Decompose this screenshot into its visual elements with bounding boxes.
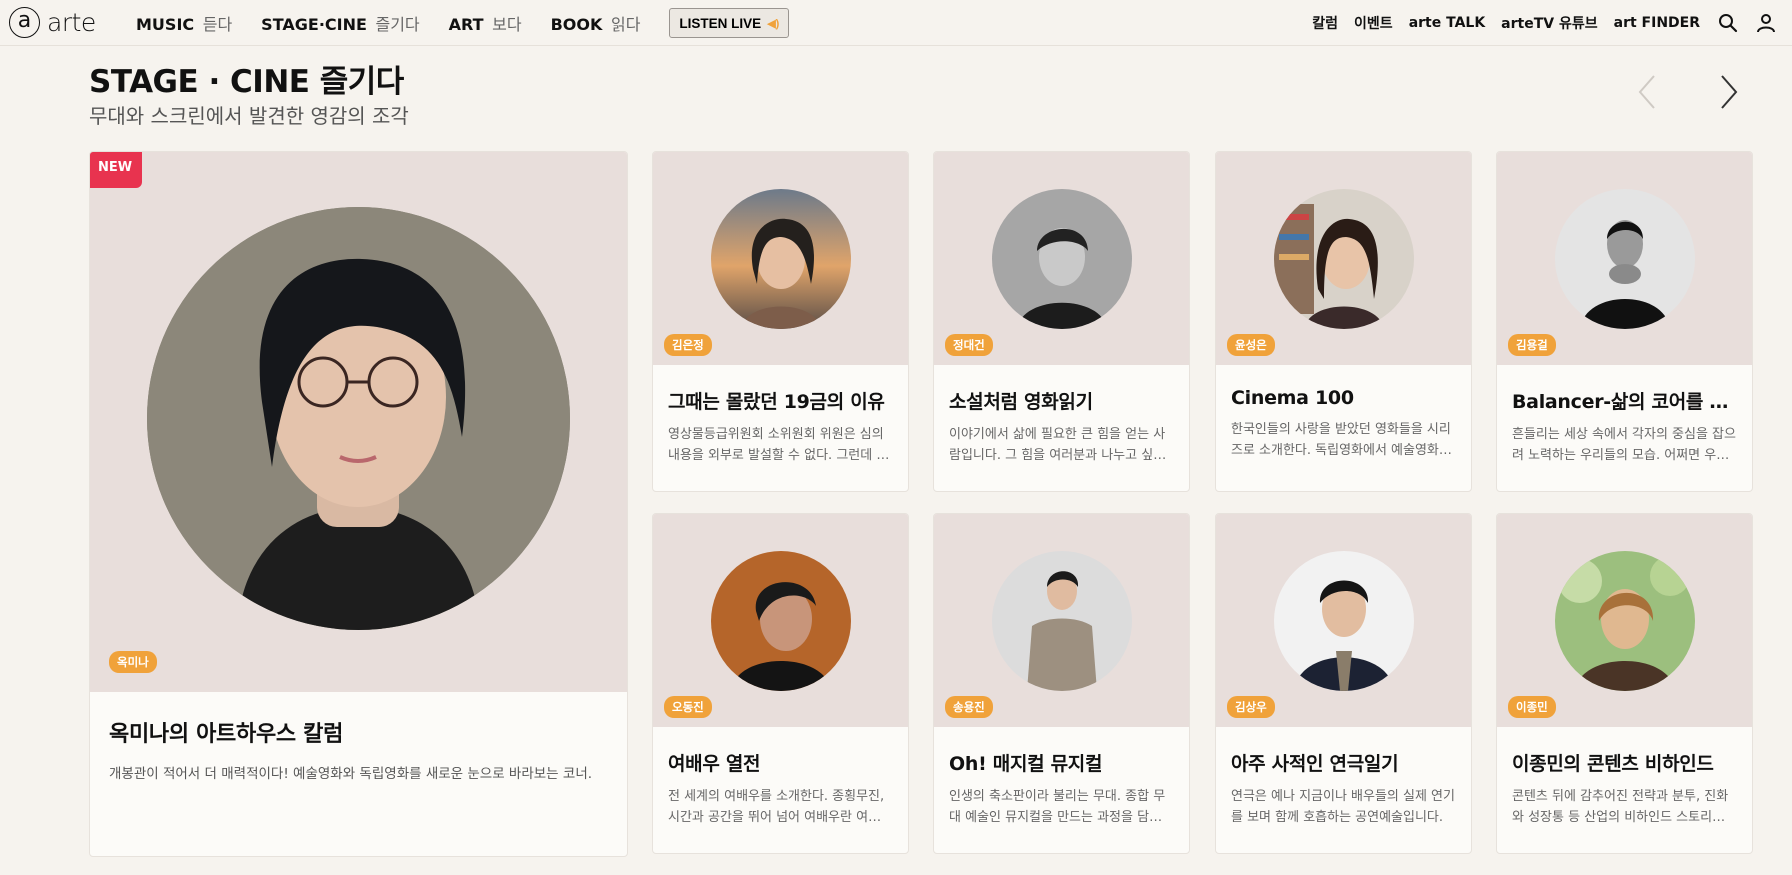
- card-body: 그때는 몰랐던 19금의 이유 영상물등급위원회 소위원회 위원은 심의 내용을…: [653, 365, 908, 488]
- card-media: 오동진: [653, 514, 908, 727]
- author-tag: 오동진: [664, 696, 712, 718]
- nav-music-sub: 듣다: [202, 15, 233, 34]
- featured-author-tag: 옥미나: [109, 651, 157, 673]
- user-icon[interactable]: [1754, 11, 1778, 35]
- author-tag: 송용진: [945, 696, 993, 718]
- card-desc: 전 세계의 여배우를 소개한다. 종횡무진, 시간과 공간을 뛰어 넘어 여배우…: [668, 789, 892, 825]
- nav-art[interactable]: ART 보다: [449, 11, 522, 35]
- nav-art-sub: 보다: [492, 15, 522, 34]
- column-card[interactable]: 오동진 여배우 열전 전 세계의 여배우를 소개한다. 종횡무진, 시간과 공간…: [652, 513, 909, 854]
- author-tag: 김용걸: [1508, 334, 1556, 356]
- featured-card-body: 옥미나의 아트하우스 칼럼 개봉관이 적어서 더 매력적이다! 예술영화와 독립…: [90, 692, 627, 804]
- column-card[interactable]: 김은정 그때는 몰랐던 19금의 이유 영상물등급위원회 소위원회 위원은 심의…: [652, 151, 909, 492]
- card-media: 김상우: [1216, 514, 1471, 727]
- nav-artetv-youtube[interactable]: arteTV 유튜브: [1501, 13, 1597, 33]
- author-photo: [1274, 189, 1414, 329]
- author-photo: [711, 551, 851, 691]
- top-navigation-bar: a arte MUSIC 듣다 STAGE·CINE 즐기다 ART 보다 BO…: [0, 0, 1792, 46]
- featured-author-photo: [147, 207, 570, 630]
- card-title: 그때는 몰랐던 19금의 이유: [668, 391, 885, 413]
- card-media: 송용진: [934, 514, 1189, 727]
- author-photo: [711, 189, 851, 329]
- card-desc: 한국인들의 사랑을 받았던 영화들을 시리즈로 소개한다. 독립영화에서 예술영…: [1231, 422, 1451, 458]
- nav-book-sub: 읽다: [610, 15, 641, 34]
- main-nav: MUSIC 듣다 STAGE·CINE 즐기다 ART 보다 BOOK 읽다 L…: [136, 0, 790, 46]
- author-tag: 윤성은: [1227, 334, 1275, 356]
- nav-music-label: MUSIC: [136, 15, 195, 34]
- nav-art-label: ART: [448, 15, 484, 34]
- card-desc: 인생의 축소판이라 불리는 무대. 종합 무대 예술인 뮤지컬을 만드는 과정을…: [949, 789, 1166, 825]
- card-body: 소설처럼 영화읽기 이야기에서 삶에 필요한 큰 힘을 얻는 사람입니다. 그 …: [934, 365, 1189, 488]
- card-media: 이종민: [1497, 514, 1752, 727]
- author-tag: 김상우: [1227, 696, 1275, 718]
- nav-art-finder[interactable]: art FINDER: [1614, 15, 1700, 31]
- card-body: 이종민의 콘텐츠 비하인드 콘텐츠 뒤에 감추어진 전략과 분투, 진화와 성장…: [1497, 727, 1752, 850]
- card-media: 김용걸: [1497, 152, 1752, 365]
- carousel-next-arrow-icon[interactable]: [1714, 72, 1742, 112]
- nav-stage-cine-sub: 즐기다: [375, 15, 420, 34]
- column-card[interactable]: 이종민 이종민의 콘텐츠 비하인드 콘텐츠 뒤에 감추어진 전략과 분투, 진화…: [1496, 513, 1753, 854]
- card-body: 아주 사적인 연극일기 연극은 예나 지금이나 배우들의 실제 연기를 보며 함…: [1216, 727, 1471, 850]
- search-icon[interactable]: [1716, 11, 1740, 35]
- author-photo: [1555, 189, 1695, 329]
- card-title: 이종민의 콘텐츠 비하인드: [1512, 753, 1714, 775]
- author-photo: [1555, 551, 1695, 691]
- card-title: Oh! 매지컬 뮤지컬: [949, 753, 1103, 775]
- nav-music[interactable]: MUSIC 듣다: [136, 11, 232, 35]
- card-title: 아주 사적인 연극일기: [1231, 753, 1399, 775]
- author-tag: 정대건: [945, 334, 993, 356]
- carousel-prev-arrow-icon[interactable]: [1634, 72, 1662, 112]
- card-media: 정대건: [934, 152, 1189, 365]
- author-tag: 김은정: [664, 334, 712, 356]
- card-body: Cinema 100 한국인들의 사랑을 받았던 영화들을 시리즈로 소개한다.…: [1216, 365, 1471, 483]
- nav-book[interactable]: BOOK 읽다: [551, 11, 641, 35]
- nav-arte-talk[interactable]: arte TALK: [1409, 15, 1485, 31]
- nav-event[interactable]: 이벤트: [1354, 13, 1393, 33]
- card-desc: 영상물등급위원회 소위원회 위원은 심의 내용을 외부로 발설할 수 없다. 그…: [668, 427, 889, 463]
- card-title: 여배우 열전: [668, 753, 761, 775]
- column-card[interactable]: 김용걸 Balancer-삶의 코어를 찾아서 흔들리는 세상 속에서 각자의 …: [1496, 151, 1753, 492]
- card-media: 윤성은: [1216, 152, 1471, 365]
- column-card[interactable]: 정대건 소설처럼 영화읽기 이야기에서 삶에 필요한 큰 힘을 얻는 사람입니다…: [933, 151, 1190, 492]
- author-photo: [992, 189, 1132, 329]
- card-title: 소설처럼 영화읽기: [949, 391, 1093, 413]
- nav-column[interactable]: 칼럼: [1312, 13, 1338, 33]
- author-photo: [1274, 551, 1414, 691]
- featured-card-title: 옥미나의 아트하우스 칼럼: [109, 722, 344, 747]
- utility-nav: 칼럼 이벤트 arte TALK arteTV 유튜브 art FINDER: [1312, 0, 1792, 46]
- section-title: STAGE · CINE 즐기다: [89, 64, 404, 100]
- card-title: Balancer-삶의 코어를 찾아서: [1512, 391, 1737, 413]
- author-tag: 이종민: [1508, 696, 1556, 718]
- column-card[interactable]: 송용진 Oh! 매지컬 뮤지컬 인생의 축소판이라 불리는 무대. 종합 무대 …: [933, 513, 1190, 854]
- card-desc: 이야기에서 삶에 필요한 큰 힘을 얻는 사람입니다. 그 힘을 여러분과 나누…: [949, 427, 1166, 463]
- card-body: 여배우 열전 전 세계의 여배우를 소개한다. 종횡무진, 시간과 공간을 뛰어…: [653, 727, 908, 850]
- card-desc: 흔들리는 세상 속에서 각자의 중심을 잡으려 노력하는 우리들의 모습. 어쩌…: [1512, 427, 1736, 463]
- listen-live-button[interactable]: LISTEN LIVE ◀): [669, 8, 790, 38]
- arte-logo[interactable]: a arte: [9, 7, 96, 38]
- nav-stage-cine[interactable]: STAGE·CINE 즐기다: [261, 11, 419, 35]
- featured-card-media: NEW 옥미나: [90, 152, 627, 692]
- speaker-icon: ◀): [767, 17, 780, 30]
- listen-live-label: LISTEN LIVE: [679, 15, 762, 31]
- new-badge: NEW: [90, 152, 143, 188]
- arte-logo-text: arte: [47, 8, 96, 37]
- card-title: Cinema 100: [1231, 387, 1354, 409]
- column-card[interactable]: 김상우 아주 사적인 연극일기 연극은 예나 지금이나 배우들의 실제 연기를 …: [1215, 513, 1472, 854]
- column-card[interactable]: 윤성은 Cinema 100 한국인들의 사랑을 받았던 영화들을 시리즈로 소…: [1215, 151, 1472, 492]
- section-subtitle: 무대와 스크린에서 발견한 영감의 조각: [89, 104, 409, 128]
- card-body: Balancer-삶의 코어를 찾아서 흔들리는 세상 속에서 각자의 중심을 …: [1497, 365, 1752, 488]
- nav-book-label: BOOK: [550, 15, 603, 34]
- author-photo: [992, 551, 1132, 691]
- arte-logo-mark: a: [9, 7, 40, 38]
- card-body: Oh! 매지컬 뮤지컬 인생의 축소판이라 불리는 무대. 종합 무대 예술인 …: [934, 727, 1189, 850]
- featured-card-desc: 개봉관이 적어서 더 매력적이다! 예술영화와 독립영화를 새로운 눈으로 바라…: [109, 766, 593, 782]
- featured-column-card[interactable]: NEW 옥미나 옥미나의 아트하우스 칼럼 개봉관이 적어서 더 매력적이다! …: [89, 151, 628, 857]
- nav-stage-cine-label: STAGE·CINE: [261, 15, 367, 34]
- card-desc: 연극은 예나 지금이나 배우들의 실제 연기를 보며 함께 호흡하는 공연예술입…: [1231, 789, 1455, 825]
- card-desc: 콘텐츠 뒤에 감추어진 전략과 분투, 진화와 성장통 등 산업의 비하인드 스…: [1512, 789, 1729, 825]
- card-media: 김은정: [653, 152, 908, 365]
